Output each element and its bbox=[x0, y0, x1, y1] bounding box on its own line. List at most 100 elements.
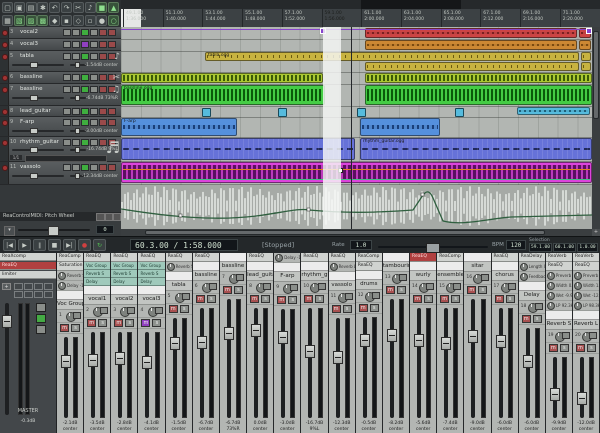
send-knob-icon[interactable] bbox=[547, 302, 555, 310]
solo-button[interactable]: s bbox=[424, 295, 433, 303]
track-row-vassolo[interactable]: 11vassolo-12.34dB center bbox=[0, 162, 121, 185]
clip[interactable] bbox=[365, 40, 577, 50]
record-arm-button[interactable] bbox=[2, 120, 8, 126]
mute-button[interactable] bbox=[99, 164, 107, 171]
auto-crossfade-icon[interactable]: ▲ bbox=[108, 2, 119, 13]
track-name[interactable]: vocal3 bbox=[20, 41, 38, 47]
mute-button[interactable]: m bbox=[467, 286, 476, 294]
mute-button[interactable]: m bbox=[522, 315, 531, 323]
ripple-edit-icon[interactable]: ▩ bbox=[37, 15, 48, 26]
strip-track-name[interactable]: lead_guitar bbox=[247, 271, 273, 281]
mute-button[interactable]: m bbox=[549, 344, 558, 352]
monitor-button[interactable] bbox=[81, 164, 89, 171]
clip[interactable] bbox=[360, 118, 440, 136]
send-knob-icon[interactable] bbox=[520, 263, 528, 271]
strip-track-name[interactable]: vocal3 bbox=[138, 295, 164, 305]
mute-button[interactable]: m bbox=[196, 295, 205, 303]
pitch-wheel-dropdown[interactable]: ▾ bbox=[4, 226, 15, 236]
midi-pool-bar[interactable] bbox=[25, 155, 107, 162]
monitor-button[interactable] bbox=[81, 53, 89, 60]
send-knob-row[interactable]: Wet -9.9dB bbox=[546, 291, 572, 301]
clip[interactable] bbox=[365, 73, 592, 83]
lock-icon[interactable]: ▨ bbox=[26, 15, 37, 26]
volume-slider-thumb[interactable] bbox=[30, 95, 38, 101]
rate-slider[interactable] bbox=[378, 246, 488, 248]
undo-icon[interactable]: ↶ bbox=[49, 2, 60, 13]
metronome-icon[interactable]: ♪ bbox=[85, 2, 96, 13]
docker-icon[interactable]: ● bbox=[96, 15, 107, 26]
send-knob-icon[interactable] bbox=[167, 263, 175, 271]
volume-slider[interactable] bbox=[12, 130, 64, 132]
mute-button[interactable]: m bbox=[114, 319, 123, 327]
receive-row[interactable]: Delay bbox=[138, 278, 164, 286]
clip[interactable] bbox=[581, 62, 591, 71]
clip[interactable] bbox=[121, 138, 355, 160]
solo-button[interactable]: s bbox=[343, 305, 352, 313]
record-arm-button[interactable] bbox=[2, 75, 8, 81]
mute-button[interactable]: m bbox=[223, 286, 232, 294]
strip-track-name[interactable]: ensemble bbox=[437, 271, 463, 281]
solo-button[interactable]: s bbox=[560, 344, 569, 352]
pan-slider-thumb[interactable] bbox=[75, 128, 80, 134]
volume-fader-thumb[interactable] bbox=[251, 324, 261, 337]
volume-fader[interactable] bbox=[336, 318, 340, 418]
arrange-view[interactable]: tabla.oggbassline.oggF-arprhythm_guitar.… bbox=[121, 27, 592, 229]
monitor-button[interactable] bbox=[81, 119, 89, 126]
volume-fader-thumb[interactable] bbox=[88, 354, 98, 367]
mute-button[interactable] bbox=[99, 74, 107, 81]
volume-fader-thumb[interactable] bbox=[278, 331, 288, 344]
strip-track-name[interactable]: Reverb S bbox=[546, 320, 572, 330]
master-mini-button[interactable] bbox=[36, 314, 46, 323]
mute-button[interactable]: m bbox=[141, 319, 150, 327]
io-button[interactable] bbox=[399, 274, 407, 281]
volume-fader-thumb[interactable] bbox=[115, 352, 125, 365]
strip-track-name[interactable]: bassline bbox=[220, 262, 246, 272]
group-icon[interactable]: ◆ bbox=[49, 15, 60, 26]
send-knob-row[interactable]: Reverb S -14dB bbox=[166, 262, 192, 272]
record-arm-button[interactable] bbox=[2, 165, 8, 171]
io-button[interactable] bbox=[589, 332, 597, 339]
grid-icon[interactable]: ▦ bbox=[2, 15, 13, 26]
master-fx-slot[interactable]: ReaXcomp bbox=[0, 253, 56, 261]
send-knob-icon[interactable] bbox=[547, 282, 555, 290]
io-button[interactable] bbox=[508, 283, 516, 290]
volume-fader[interactable] bbox=[417, 308, 421, 418]
fx-slot[interactable]: ReaEQ bbox=[410, 253, 436, 262]
volume-fader[interactable] bbox=[281, 309, 285, 418]
env-button[interactable] bbox=[90, 86, 98, 93]
rate-slider-thumb[interactable] bbox=[426, 243, 440, 253]
io-button[interactable] bbox=[345, 293, 353, 300]
volume-fader-thumb[interactable] bbox=[523, 355, 533, 368]
vertical-scrollbar[interactable] bbox=[592, 27, 600, 229]
send-knob-icon[interactable] bbox=[275, 254, 283, 262]
io-button[interactable] bbox=[481, 274, 489, 281]
send-knob-row[interactable]: Delay -18.0dB bbox=[274, 253, 300, 263]
repeat-button[interactable]: ↻ bbox=[93, 239, 106, 251]
solo-button[interactable]: s bbox=[478, 286, 487, 294]
midi-pool-box[interactable]: 1/1 bbox=[10, 155, 22, 160]
mute-button[interactable]: m bbox=[277, 296, 286, 304]
io-button[interactable] bbox=[73, 312, 81, 319]
io-button[interactable] bbox=[535, 303, 543, 310]
clip[interactable] bbox=[581, 52, 591, 61]
mute-button[interactable]: m bbox=[576, 344, 585, 352]
solo-button[interactable]: s bbox=[370, 304, 379, 312]
receive-row[interactable]: Voc Group bbox=[138, 262, 164, 270]
mute-button[interactable]: m bbox=[87, 319, 96, 327]
volume-fader[interactable] bbox=[526, 328, 530, 418]
fx-slot[interactable]: ReaEQ bbox=[492, 253, 518, 262]
track-row-F-arp[interactable]: 9F-arp-3.00dB center bbox=[0, 117, 121, 137]
master-fx-slot[interactable]: ReaEQ bbox=[0, 262, 56, 270]
horizontal-scrollbar-thumb[interactable] bbox=[145, 230, 545, 235]
strip-track-name[interactable]: tabla bbox=[166, 281, 192, 291]
volume-slider[interactable] bbox=[12, 97, 64, 99]
play-button[interactable]: ▶ bbox=[18, 239, 31, 251]
send-knob-row[interactable]: Feedback -6dB bbox=[519, 272, 545, 282]
send-knob-row[interactable]: Delay -12.0dB bbox=[57, 281, 83, 291]
io-button[interactable] bbox=[182, 293, 190, 300]
pan-slider-thumb[interactable] bbox=[75, 173, 80, 179]
fx-slot[interactable]: ReaEQ bbox=[138, 253, 164, 262]
clip[interactable] bbox=[121, 162, 592, 183]
send-knob-row[interactable]: LP 98.3Hz bbox=[573, 301, 599, 311]
mute-button[interactable] bbox=[99, 119, 107, 126]
